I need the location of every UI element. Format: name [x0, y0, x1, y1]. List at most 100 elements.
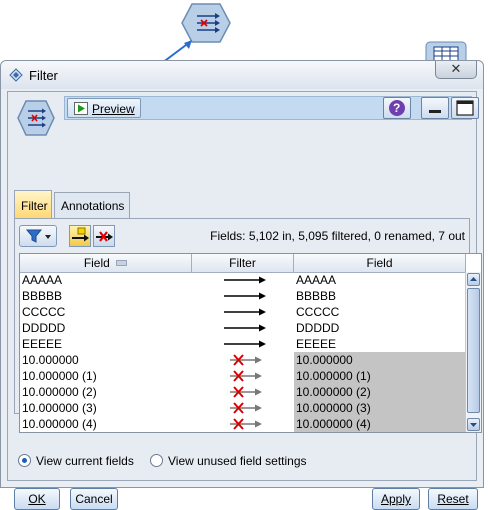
- output-field-cell[interactable]: 10.000000 (1): [294, 368, 466, 384]
- vertical-scrollbar[interactable]: [465, 272, 481, 432]
- column-header-input-field[interactable]: Field: [20, 254, 192, 272]
- filtered-arrow-icon: [230, 402, 262, 414]
- ok-label: OK: [28, 492, 46, 506]
- chevron-down-icon: [470, 423, 477, 427]
- filter-toggle-cell[interactable]: [192, 352, 294, 368]
- filtered-arrow-icon: [230, 370, 262, 382]
- output-field-cell[interactable]: 10.000000 (4): [294, 416, 466, 432]
- maximize-button[interactable]: [451, 97, 479, 119]
- filtered-arrow-icon: [230, 386, 262, 398]
- filter-node-header-icon: [17, 100, 55, 136]
- view-current-fields-label: View current fields: [36, 454, 134, 468]
- output-field-cell[interactable]: DDDDD: [294, 320, 466, 336]
- input-field-cell[interactable]: BBBBB: [20, 288, 192, 304]
- table-row[interactable]: EEEEE EEEEE: [20, 336, 466, 352]
- filtered-arrow-icon: [230, 354, 262, 366]
- input-field-cell[interactable]: 10.000000: [20, 352, 192, 368]
- cancel-button[interactable]: Cancel: [70, 488, 118, 510]
- funnel-icon: [25, 229, 51, 243]
- input-field-cell[interactable]: DDDDD: [20, 320, 192, 336]
- scroll-thumb[interactable]: [467, 288, 480, 413]
- include-fields-mode-button[interactable]: [93, 225, 115, 247]
- play-icon: [74, 102, 88, 115]
- radio-unused-settings[interactable]: [150, 454, 163, 467]
- input-field-cell[interactable]: AAAAA: [20, 272, 192, 288]
- fields-summary: Fields: 5,102 in, 5,095 filtered, 0 rena…: [210, 229, 465, 243]
- output-field-cell[interactable]: 10.000000 (3): [294, 400, 466, 416]
- filter-dialog: Filter ✕ Preview ? Filter Annotations Fi…: [0, 60, 484, 510]
- view-current-fields-option[interactable]: View current fields: [18, 454, 134, 468]
- input-field-cell[interactable]: 10.000000 (4): [20, 416, 192, 432]
- filter-options-dropdown[interactable]: [19, 225, 57, 247]
- input-field-cell[interactable]: EEEEE: [20, 336, 192, 352]
- table-row[interactable]: 10.000000 (4) 10.000000 (4): [20, 416, 466, 432]
- apply-button[interactable]: Apply: [372, 488, 420, 510]
- output-field-cell[interactable]: 10.000000: [294, 352, 466, 368]
- help-button[interactable]: ?: [383, 97, 411, 119]
- filter-toggle-cell[interactable]: [192, 304, 294, 320]
- view-unused-settings-label: View unused field settings: [168, 454, 307, 468]
- filter-toggle-cell[interactable]: [192, 384, 294, 400]
- table-row[interactable]: BBBBB BBBBB: [20, 288, 466, 304]
- chevron-up-icon: [470, 277, 477, 281]
- table-row[interactable]: DDDDD DDDDD: [20, 320, 466, 336]
- dialog-body: Preview ? Filter Annotations Fields: 5,1…: [7, 91, 482, 510]
- cancel-label: Cancel: [75, 492, 113, 506]
- exclude-arrow-icon: [96, 231, 113, 242]
- filtered-arrow-icon: [230, 418, 262, 430]
- input-field-cell[interactable]: 10.000000 (1): [20, 368, 192, 384]
- filter-toggle-cell[interactable]: [192, 336, 294, 352]
- input-field-cell[interactable]: 10.000000 (2): [20, 384, 192, 400]
- output-field-cell[interactable]: CCCCC: [294, 304, 466, 320]
- table-row[interactable]: AAAAA AAAAA: [20, 272, 466, 288]
- table-row[interactable]: 10.000000 (3) 10.000000 (3): [20, 400, 466, 416]
- table-row[interactable]: CCCCC CCCCC: [20, 304, 466, 320]
- table-row[interactable]: 10.000000 10.000000: [20, 352, 466, 368]
- view-unused-settings-option[interactable]: View unused field settings: [150, 454, 307, 468]
- tab-filter[interactable]: Filter: [14, 190, 52, 218]
- preview-label: Preview: [92, 102, 135, 116]
- diamond-icon: [9, 68, 23, 82]
- output-field-cell[interactable]: AAAAA: [294, 272, 466, 288]
- close-button[interactable]: ✕: [435, 61, 477, 79]
- table-header: Field Filter Field: [20, 254, 466, 273]
- output-field-cell[interactable]: BBBBB: [294, 288, 466, 304]
- preview-button[interactable]: Preview: [67, 98, 141, 118]
- filter-toggle-cell[interactable]: [192, 320, 294, 336]
- filter-toggle-cell[interactable]: [192, 416, 294, 432]
- reset-button[interactable]: Reset: [428, 488, 478, 510]
- column-header-output-field[interactable]: Field: [294, 254, 466, 272]
- filter-toggle-cell[interactable]: [192, 368, 294, 384]
- filter-panel: Fields: 5,102 in, 5,095 filtered, 0 rena…: [14, 218, 482, 433]
- minimize-button[interactable]: [421, 97, 449, 119]
- column-header-label: Field: [83, 256, 110, 270]
- sort-indicator-icon: [116, 260, 128, 266]
- pass-arrow-icon: [224, 292, 266, 300]
- input-field-cell[interactable]: 10.000000 (3): [20, 400, 192, 416]
- field-filter-table: Field Filter Field AAAAA AAAAA BBBBB BBBBB C…: [19, 253, 482, 433]
- scroll-down-button[interactable]: [467, 418, 480, 431]
- filter-toggle-cell[interactable]: [192, 272, 294, 288]
- table-row[interactable]: 10.000000 (1) 10.000000 (1): [20, 368, 466, 384]
- title-bar[interactable]: Filter ✕: [1, 61, 483, 89]
- filter-toggle-cell[interactable]: [192, 400, 294, 416]
- column-header-filter[interactable]: Filter: [192, 254, 294, 272]
- remove-fields-mode-button[interactable]: [69, 225, 91, 247]
- pass-arrow-icon: [224, 308, 266, 316]
- dialog-toolbar: Preview ?: [64, 96, 479, 120]
- tab-annotations[interactable]: Annotations: [54, 192, 130, 218]
- scroll-up-button[interactable]: [467, 273, 480, 286]
- ok-button[interactable]: OK: [14, 488, 60, 510]
- radio-current-fields[interactable]: [18, 454, 31, 467]
- pass-arrow-icon: [72, 227, 89, 242]
- input-field-cell[interactable]: CCCCC: [20, 304, 192, 320]
- apply-label: Apply: [380, 492, 412, 506]
- table-row[interactable]: 10.000000 (2) 10.000000 (2): [20, 384, 466, 400]
- help-glyph: ?: [393, 101, 401, 115]
- filter-toggle-cell[interactable]: [192, 288, 294, 304]
- output-field-cell[interactable]: EEEEE: [294, 336, 466, 352]
- close-icon: ✕: [450, 61, 462, 76]
- output-field-cell[interactable]: 10.000000 (2): [294, 384, 466, 400]
- maximize-icon: [456, 100, 474, 116]
- pass-arrow-icon: [224, 340, 266, 348]
